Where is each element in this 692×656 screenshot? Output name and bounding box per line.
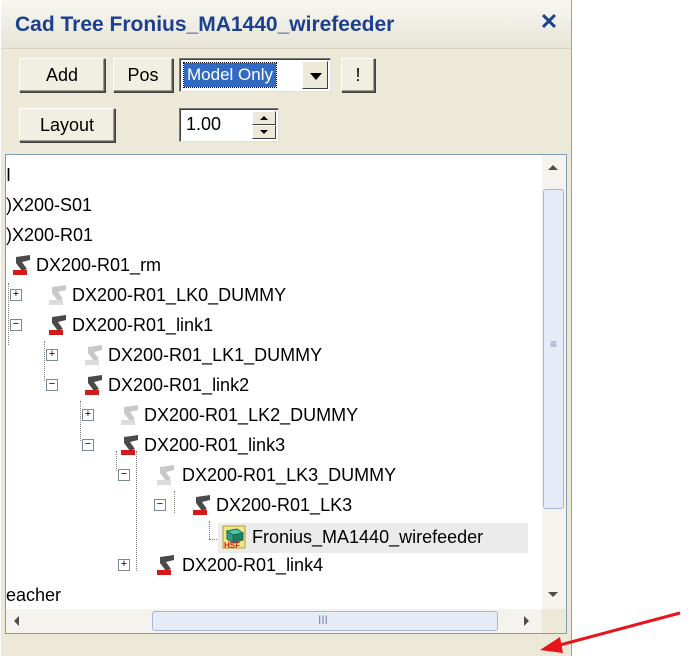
collapse-icon[interactable]: − xyxy=(46,379,58,391)
add-button[interactable]: Add xyxy=(19,58,105,92)
robot-gray-icon xyxy=(121,405,138,425)
robot-icon xyxy=(121,435,138,455)
tree-item-label: DX200-R01_LK2_DUMMY xyxy=(144,405,359,425)
tree-item-label: )X200-S01 xyxy=(6,195,93,215)
arrow-shaft xyxy=(555,611,681,648)
expand-icon[interactable]: + xyxy=(10,289,22,301)
tree-item[interactable]: )X200-S01 xyxy=(6,191,526,219)
scroll-left-icon[interactable] xyxy=(14,616,19,626)
tree-item[interactable]: eacher xyxy=(6,581,526,609)
tree-item-label: Fronius_MA1440_wirefeeder xyxy=(252,527,484,547)
cad-tree-view[interactable]: I )X200-S01 )X200-R01 DX200-R01_rm + DX200-R0… xyxy=(5,154,567,634)
grip-icon: III xyxy=(318,613,329,627)
tree-item[interactable]: − DX200-R01_link1 xyxy=(6,311,526,339)
hsf-model-icon: HSF xyxy=(222,525,246,549)
spin-down-icon[interactable] xyxy=(252,125,276,139)
tree-connector xyxy=(209,521,210,539)
tree-item-label: DX200-R01_link3 xyxy=(144,435,286,455)
robot-gray-icon xyxy=(157,465,174,485)
robot-gray-icon xyxy=(85,345,102,365)
tree-item[interactable]: − DX200-R01_LK3 xyxy=(6,491,526,519)
collapse-icon[interactable]: − xyxy=(10,319,22,331)
collapse-icon[interactable]: − xyxy=(118,469,130,481)
tree-item-label: DX200-R01_LK1_DUMMY xyxy=(108,345,323,365)
chevron-down-icon[interactable] xyxy=(302,61,328,89)
mode-selected-value: Model Only xyxy=(183,62,277,88)
cad-tree-panel: Cad Tree Fronius_MA1440_wirefeeder ✕ Add… xyxy=(0,0,572,656)
robot-icon xyxy=(13,255,30,275)
tree-item-label: DX200-R01_LK3 xyxy=(216,495,353,515)
robot-icon xyxy=(193,495,210,515)
tree-item-label: DX200-R01_link2 xyxy=(108,375,250,395)
tree-item[interactable]: − DX200-R01_LK3_DUMMY xyxy=(6,461,526,489)
scroll-up-icon[interactable] xyxy=(548,165,558,170)
tree-item-label: DX200-R01_LK3_DUMMY xyxy=(182,465,397,485)
tree-item[interactable]: + DX200-R01_LK0_DUMMY xyxy=(6,281,526,309)
tree-item[interactable]: I xyxy=(6,161,526,189)
horizontal-scrollbar[interactable]: III xyxy=(6,609,542,633)
tree-item[interactable]: − DX200-R01_link3 xyxy=(6,431,526,459)
window-title: Cad Tree Fronius_MA1440_wirefeeder xyxy=(15,13,395,36)
expand-icon[interactable]: + xyxy=(46,349,58,361)
title-bar: Cad Tree Fronius_MA1440_wirefeeder ✕ xyxy=(1,0,571,49)
hsf-icon-label: HSF xyxy=(224,541,240,549)
tree-item-label: DX200-R01_link1 xyxy=(72,315,214,335)
pos-button[interactable]: Pos xyxy=(113,58,173,92)
grip-icon: ≡ xyxy=(550,337,558,351)
scale-value: 1.00 xyxy=(186,114,222,134)
tree-item-selected[interactable]: HSF Fronius_MA1440_wirefeeder xyxy=(218,523,528,553)
robot-gray-icon xyxy=(49,285,66,305)
spin-buttons xyxy=(252,111,276,139)
robot-icon xyxy=(85,375,102,395)
tree-item[interactable]: + DX200-R01_LK1_DUMMY xyxy=(6,341,526,369)
robot-icon xyxy=(49,315,66,335)
tree-item[interactable]: DX200-R01_rm xyxy=(6,251,526,279)
close-icon[interactable]: ✕ xyxy=(536,9,562,35)
tree-item-label: I xyxy=(6,165,12,185)
scale-spinbox[interactable]: 1.00 xyxy=(179,108,279,142)
collapse-icon[interactable]: − xyxy=(154,499,166,511)
tree-item[interactable]: − DX200-R01_link2 xyxy=(6,371,526,399)
vertical-scrollbar[interactable]: ≡ xyxy=(542,155,566,610)
tree-item[interactable]: )X200-R01 xyxy=(6,221,526,249)
vertical-scroll-thumb[interactable]: ≡ xyxy=(543,189,564,509)
tree-item-label: DX200-R01_rm xyxy=(36,255,162,275)
horizontal-scroll-thumb[interactable]: III xyxy=(152,611,498,631)
layout-button[interactable]: Layout xyxy=(19,108,115,142)
tree-item-label: )X200-R01 xyxy=(6,225,94,245)
tree-item[interactable]: + DX200-R01_link4 xyxy=(6,551,526,579)
tree-item-label: DX200-R01_LK0_DUMMY xyxy=(72,285,287,305)
tree-item-label: DX200-R01_link4 xyxy=(182,555,324,575)
scroll-right-icon[interactable] xyxy=(524,616,529,626)
exclaim-button[interactable]: ! xyxy=(341,58,375,92)
collapse-icon[interactable]: − xyxy=(82,439,94,451)
spin-up-icon[interactable] xyxy=(252,111,276,125)
robot-icon xyxy=(157,555,174,575)
expand-icon[interactable]: + xyxy=(82,409,94,421)
mode-dropdown[interactable]: Model Only xyxy=(179,58,331,92)
tree-item-label: eacher xyxy=(6,585,62,605)
tree-item[interactable]: + DX200-R01_LK2_DUMMY xyxy=(6,401,526,429)
scroll-down-icon[interactable] xyxy=(548,592,558,597)
scrollbar-corner xyxy=(542,609,566,633)
expand-icon[interactable]: + xyxy=(118,559,130,571)
